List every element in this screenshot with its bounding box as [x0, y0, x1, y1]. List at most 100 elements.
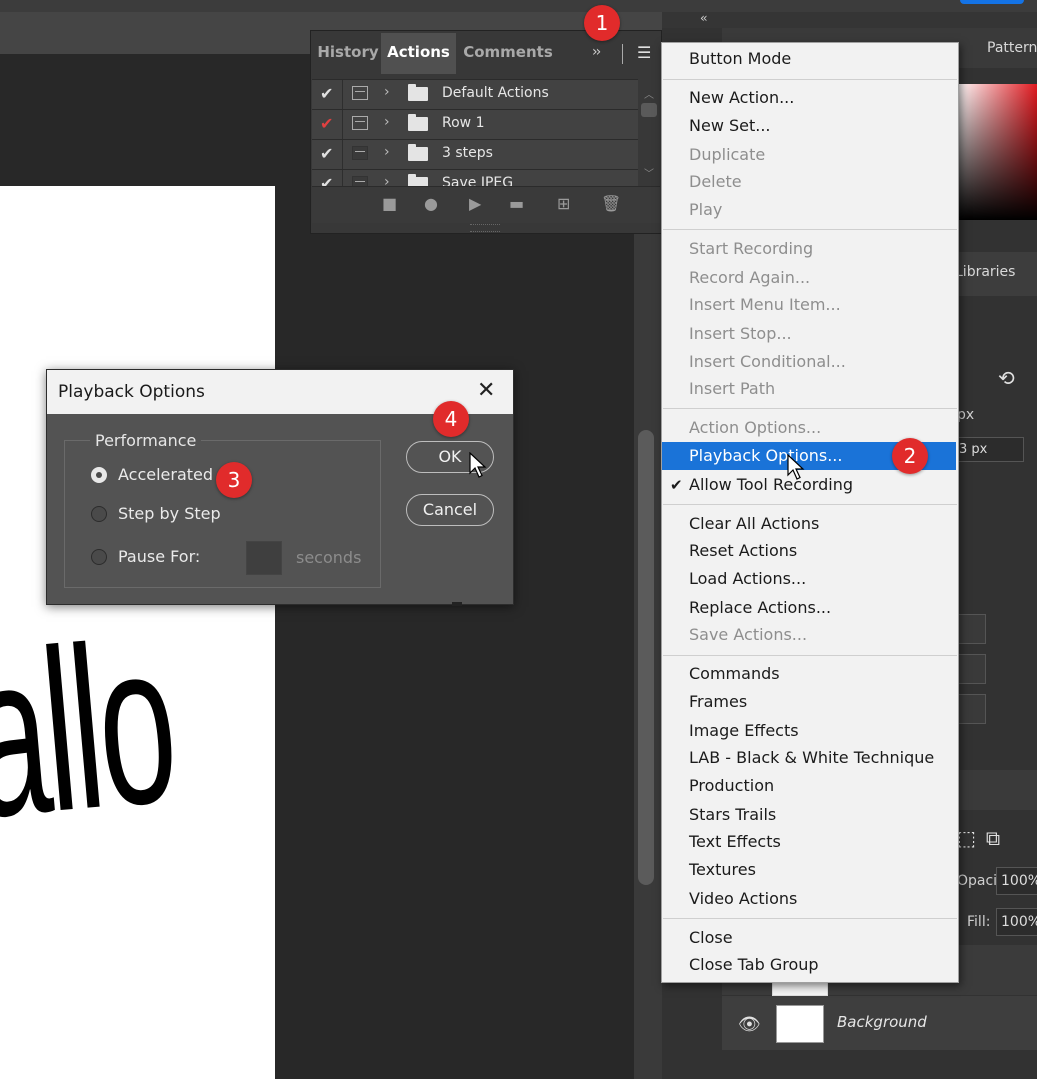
menu-item-video-actions[interactable]: Video Actions [689, 889, 797, 908]
menu-item-insert-menu-item[interactable]: Insert Menu Item... [689, 295, 841, 314]
radio-label-step-by-step[interactable]: Step by Step [118, 504, 221, 523]
action-set-row[interactable]: ✔ › Row 1 [312, 109, 638, 139]
dialog-toggle-icon[interactable] [352, 146, 368, 160]
scroll-up-icon[interactable]: ︿ [644, 86, 654, 101]
chevron-right-icon[interactable]: › [384, 84, 390, 100]
menu-item-insert-conditional[interactable]: Insert Conditional... [689, 352, 846, 371]
record-icon[interactable]: ● [424, 194, 438, 213]
stop-icon[interactable]: ■ [382, 194, 397, 213]
menu-item-save-actions[interactable]: Save Actions... [689, 625, 807, 644]
folder-icon [408, 114, 428, 131]
share-button-edge[interactable] [960, 0, 1024, 4]
menu-separator [663, 655, 957, 656]
reset-icon[interactable]: ⟲ [998, 366, 1015, 390]
menu-item-close-tab-group[interactable]: Close Tab Group [689, 955, 819, 974]
toggle-check-icon[interactable]: ✔ [320, 144, 333, 163]
eye-icon[interactable]: 👁 [738, 1014, 761, 1035]
radio-pause-for[interactable] [91, 549, 107, 565]
folder-icon[interactable]: ▬ [509, 194, 524, 213]
tab-comments[interactable]: Comments [458, 33, 558, 74]
toggle-check-icon[interactable]: ✔ [320, 174, 333, 186]
close-icon[interactable]: ✕ [477, 378, 495, 403]
trash-icon[interactable]: 🗑 [601, 194, 621, 213]
menu-item-duplicate[interactable]: Duplicate [689, 145, 765, 164]
opacity-field[interactable]: 100% [996, 867, 1037, 895]
menu-separator [663, 408, 957, 409]
menu-item-stars-trails[interactable]: Stars Trails [689, 805, 776, 824]
action-set-name: Default Actions [442, 85, 549, 101]
tab-history[interactable]: History [316, 33, 380, 74]
tab-patterns[interactable]: Patterns [987, 40, 1037, 56]
chevron-right-icon[interactable]: › [384, 144, 390, 160]
actions-scroll-thumb[interactable] [641, 103, 657, 117]
panel-resize-grip[interactable] [470, 224, 500, 232]
menu-item-close[interactable]: Close [689, 928, 733, 947]
menu-item-clear-all-actions[interactable]: Clear All Actions [689, 514, 819, 533]
menu-item-playback-options[interactable]: Playback Options... [689, 446, 842, 465]
cancel-button[interactable]: Cancel [406, 494, 494, 526]
fill-field[interactable]: 100% [996, 908, 1037, 936]
radio-label-pause-for[interactable]: Pause For: [118, 547, 200, 566]
new-action-icon[interactable]: ⊞ [557, 194, 570, 213]
menu-item-new-action[interactable]: New Action... [689, 88, 794, 107]
action-set-name: Row 1 [442, 115, 485, 131]
radio-accelerated[interactable] [91, 467, 107, 483]
radio-step-by-step[interactable] [91, 506, 107, 522]
play-icon[interactable]: ▶ [469, 194, 481, 213]
tab-libraries[interactable]: Libraries [955, 264, 1015, 280]
step-callout-1: 1 [584, 5, 620, 41]
toggle-check-icon[interactable]: ✔ [320, 114, 333, 133]
menu-separator [663, 79, 957, 80]
canvas-scrollbar-thumb[interactable] [638, 430, 654, 885]
tab-actions[interactable]: Actions [381, 33, 456, 74]
menu-item-textures[interactable]: Textures [689, 860, 756, 879]
menu-item-start-recording[interactable]: Start Recording [689, 239, 813, 258]
background-layer-name: Background [837, 1013, 927, 1031]
performance-group-label: Performance [90, 431, 202, 450]
menu-item-commands[interactable]: Commands [689, 664, 780, 683]
transform-icons[interactable]: ⬚⧉ [957, 826, 1010, 850]
scroll-down-icon[interactable]: ﹀ [644, 165, 654, 180]
fill-label: Fill: [967, 914, 991, 930]
color-picker-field[interactable] [957, 84, 1037, 220]
menu-item-load-actions[interactable]: Load Actions... [689, 569, 806, 588]
menu-item-frames[interactable]: Frames [689, 692, 747, 711]
menu-item-insert-path[interactable]: Insert Path [689, 379, 775, 398]
canvas-text: allo [0, 592, 183, 867]
menu-item-record-again[interactable]: Record Again... [689, 268, 810, 287]
action-set-row[interactable]: ✔ › Default Actions [312, 79, 638, 109]
menu-item-play[interactable]: Play [689, 200, 722, 219]
dialog-toggle-icon[interactable] [352, 86, 368, 100]
menu-item-replace-actions[interactable]: Replace Actions... [689, 598, 831, 617]
action-set-row[interactable]: ✔ › Save JPEG [312, 169, 638, 186]
menu-separator [663, 229, 957, 230]
menu-separator [663, 918, 957, 919]
menu-item-reset-actions[interactable]: Reset Actions [689, 541, 797, 560]
chevron-right-icon[interactable]: › [384, 114, 390, 130]
double-chevron-right-icon[interactable]: ›› [592, 44, 601, 60]
menu-item-action-options[interactable]: Action Options... [689, 418, 821, 437]
toggle-check-icon[interactable]: ✔ [320, 84, 333, 103]
menu-item-button-mode[interactable]: Button Mode [689, 49, 791, 68]
menu-item-new-set[interactable]: New Set... [689, 116, 771, 135]
dialog-toggle-icon[interactable] [352, 176, 368, 186]
px-unit-label: px [957, 407, 975, 423]
step-callout-2: 2 [892, 438, 928, 474]
collapse-panels-icon[interactable]: ‹‹ [700, 11, 707, 25]
menu-item-insert-stop[interactable]: Insert Stop... [689, 324, 792, 343]
menu-item-delete[interactable]: Delete [689, 172, 742, 191]
hamburger-menu-icon[interactable]: ☰ [637, 43, 651, 62]
menu-item-text-effects[interactable]: Text Effects [689, 832, 781, 851]
radio-label-accelerated[interactable]: Accelerated [118, 465, 213, 484]
dialog-grip [452, 602, 462, 606]
document-canvas[interactable]: allo [0, 186, 275, 1079]
action-set-row[interactable]: ✔ › 3 steps [312, 139, 638, 169]
menu-item-allow-tool-recording[interactable]: Allow Tool Recording [689, 475, 853, 494]
menu-item-image-effects[interactable]: Image Effects [689, 721, 799, 740]
dialog-toggle-icon[interactable] [352, 116, 368, 130]
pause-seconds-input[interactable] [246, 541, 282, 575]
chevron-right-icon[interactable]: › [384, 174, 390, 186]
px-value-field[interactable]: 3 px [950, 437, 1024, 462]
menu-item-production[interactable]: Production [689, 776, 774, 795]
menu-item-lab-bw[interactable]: LAB - Black & White Technique [689, 748, 934, 767]
